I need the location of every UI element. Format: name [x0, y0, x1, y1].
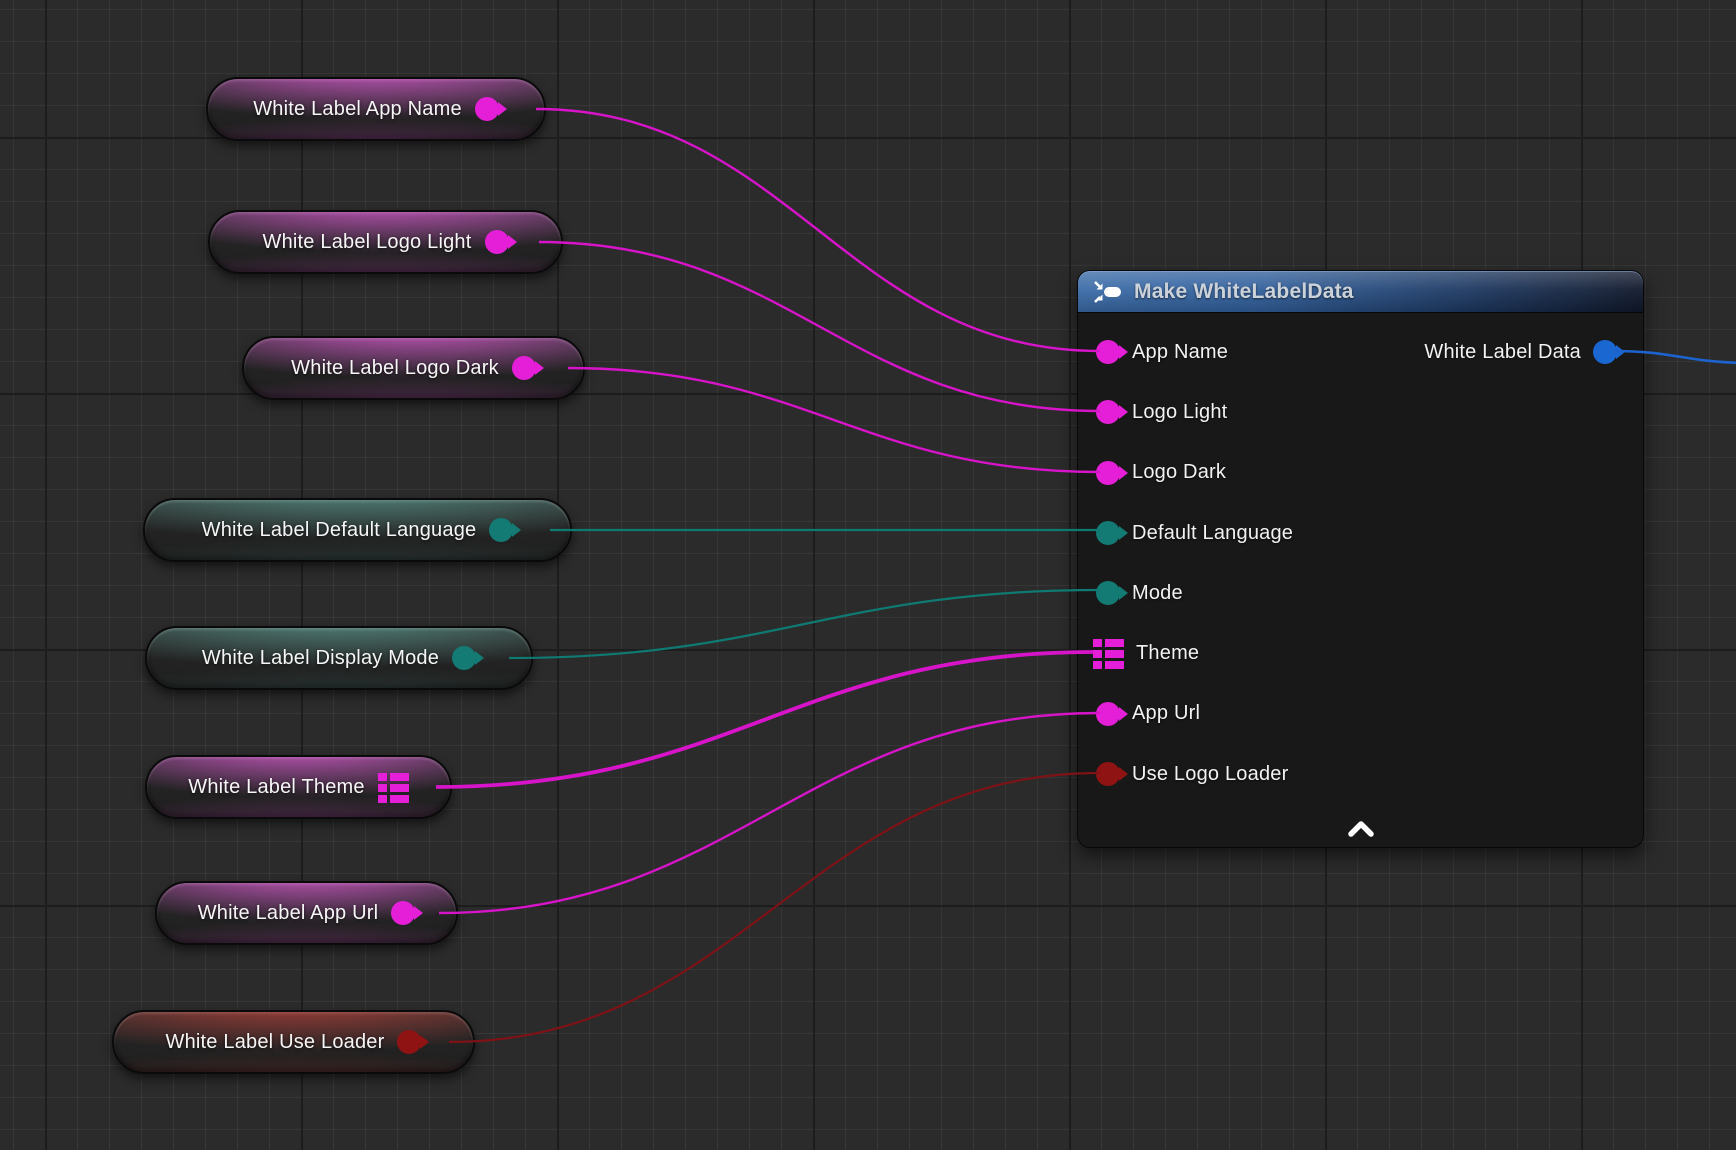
variable-label: White Label Default Language [202, 519, 477, 542]
pin-label: Logo Light [1132, 401, 1227, 424]
pin-label: Use Logo Loader [1132, 763, 1288, 786]
pin-row: App Name White Label Data [1078, 322, 1643, 382]
wire-display-mode[interactable] [509, 590, 1100, 658]
wire-theme[interactable] [436, 652, 1093, 787]
wire-use-loader[interactable] [449, 773, 1100, 1042]
output-pin-enum[interactable] [489, 518, 513, 542]
node-header[interactable]: Make WhiteLabelData [1078, 271, 1643, 313]
output-pin-enum[interactable] [452, 646, 476, 670]
variable-node-white-label-theme[interactable]: White Label Theme [145, 755, 452, 819]
output-pin-text[interactable] [475, 97, 499, 121]
output-pin-label: White Label Data [1424, 341, 1581, 364]
input-pin-theme-struct-icon[interactable] [1093, 638, 1124, 669]
input-pin-logo-dark[interactable] [1096, 461, 1120, 485]
variable-label: White Label Display Mode [202, 647, 439, 670]
pin-label: App Name [1132, 341, 1228, 364]
variable-node-white-label-app-name[interactable]: White Label App Name [206, 77, 546, 141]
input-pin-app-name[interactable] [1096, 340, 1120, 364]
pin-row: App Url [1078, 684, 1643, 744]
node-title: Make WhiteLabelData [1134, 280, 1354, 304]
pin-label: Logo Dark [1132, 461, 1226, 484]
wire-app-url[interactable] [439, 713, 1100, 913]
input-pin-logo-light[interactable] [1096, 400, 1120, 424]
output-pin-white-label-data[interactable] [1593, 340, 1617, 364]
variable-node-white-label-app-url[interactable]: White Label App Url [155, 881, 458, 945]
pin-row: Mode [1078, 563, 1643, 623]
input-pin-mode[interactable] [1096, 581, 1120, 605]
output-pin-text[interactable] [512, 356, 536, 380]
pin-label: Theme [1136, 642, 1199, 665]
variable-node-white-label-use-loader[interactable]: White Label Use Loader [112, 1010, 475, 1074]
output-pin-text[interactable] [485, 230, 509, 254]
wire-app-name[interactable] [536, 109, 1100, 351]
output-pin-text[interactable] [391, 901, 415, 925]
variable-label: White Label Logo Dark [291, 357, 499, 380]
pin-label: Default Language [1132, 522, 1293, 545]
variable-node-white-label-display-mode[interactable]: White Label Display Mode [145, 626, 533, 690]
pin-rows: App Name White Label Data Logo Light Log… [1078, 313, 1643, 804]
variable-node-white-label-logo-light[interactable]: White Label Logo Light [208, 210, 563, 274]
output-pin-struct-icon[interactable] [378, 772, 409, 803]
output-pin-bool[interactable] [397, 1030, 421, 1054]
variable-label: White Label Logo Light [263, 231, 472, 254]
collapse-node-button[interactable] [1344, 816, 1378, 842]
variable-label: White Label Use Loader [166, 1031, 385, 1054]
variable-label: White Label App Name [253, 98, 462, 121]
blueprint-graph-canvas[interactable]: White Label App Name White Label Logo Li… [0, 0, 1736, 1150]
pin-row: Theme [1078, 623, 1643, 683]
wire-logo-dark[interactable] [568, 368, 1100, 472]
pin-row: Logo Light [1078, 382, 1643, 442]
variable-node-white-label-default-language[interactable]: White Label Default Language [143, 498, 572, 562]
pin-row: Default Language [1078, 503, 1643, 563]
variable-node-white-label-logo-dark[interactable]: White Label Logo Dark [242, 336, 585, 400]
input-pin-default-language[interactable] [1096, 521, 1120, 545]
variable-label: White Label Theme [188, 776, 364, 799]
pin-label: App Url [1132, 702, 1200, 725]
input-pin-app-url[interactable] [1096, 702, 1120, 726]
pin-label: Mode [1132, 582, 1183, 605]
pin-row: Logo Dark [1078, 443, 1643, 503]
wire-logo-light[interactable] [539, 242, 1100, 411]
input-pin-use-logo-loader[interactable] [1096, 762, 1120, 786]
pin-row: Use Logo Loader [1078, 744, 1643, 804]
chevron-up-icon [1347, 821, 1375, 837]
variable-label: White Label App Url [198, 902, 379, 925]
make-whitelabeldata-node[interactable]: Make WhiteLabelData App Name White Label… [1077, 270, 1644, 848]
make-struct-icon [1092, 278, 1122, 306]
